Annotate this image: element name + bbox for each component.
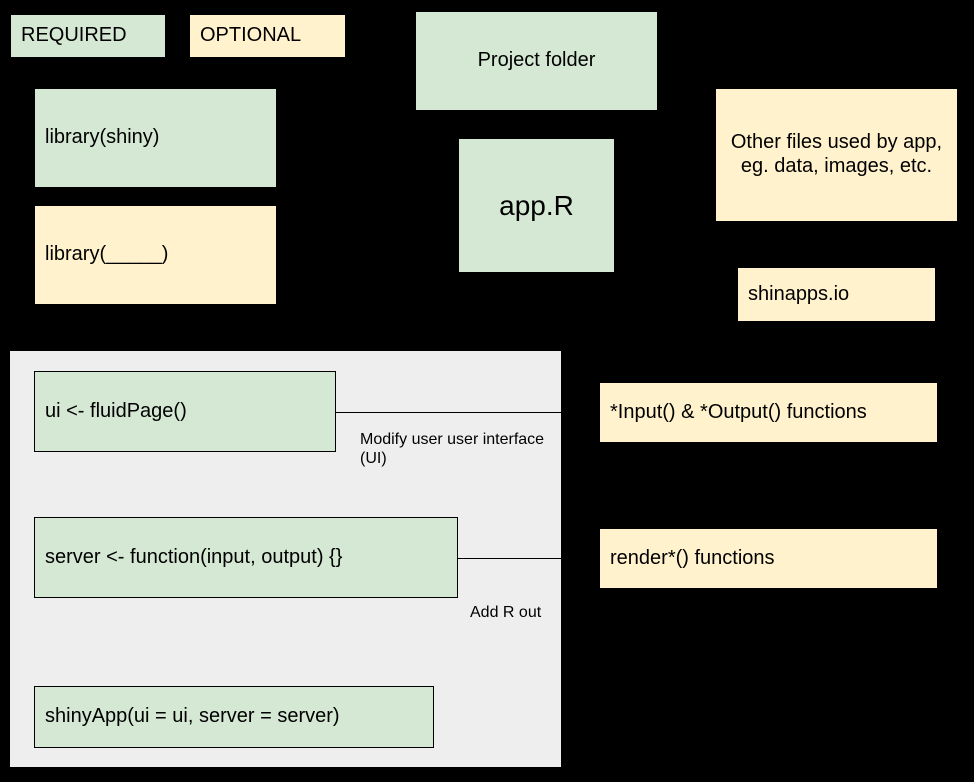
node-other-files-label: Other files used by app, eg. data, image… <box>730 131 948 177</box>
edge-ui-to-input-output-label: Modify user user interface (UI) <box>360 431 549 468</box>
node-library-shiny-label: library(shiny) <box>45 126 160 149</box>
node-shinyapp-call: shinyApp(ui = ui, server = server) <box>34 686 434 748</box>
node-ui-fluidpage-label: ui <- fluidPage() <box>45 399 187 422</box>
node-project-folder: Project folder <box>415 11 658 111</box>
legend-optional-box: OPTIONAL <box>189 14 346 58</box>
node-input-output-functions-label: *Input() & *Output() functions <box>610 400 867 423</box>
diagram-canvas: REQUIRED OPTIONAL library(shiny) library… <box>0 0 974 782</box>
edge-ui-to-input-output-line <box>336 412 561 413</box>
node-library-blank-label: library(_____) <box>45 243 169 266</box>
node-input-output-functions: *Input() & *Output() functions <box>599 382 938 443</box>
edge-server-to-render-line <box>458 558 561 559</box>
legend-required-label: REQUIRED <box>21 24 127 47</box>
legend-optional-label: OPTIONAL <box>200 24 302 47</box>
arrow-to-app-r-icon <box>448 202 458 214</box>
node-project-folder-label: Project folder <box>477 49 596 72</box>
node-ui-fluidpage: ui <- fluidPage() <box>34 371 336 452</box>
node-other-files: Other files used by app, eg. data, image… <box>715 88 958 222</box>
node-app-r-label: app.R <box>499 189 574 221</box>
node-server-function: server <- function(input, output) {} <box>34 517 458 598</box>
edge-server-to-render-label: Add R out <box>470 604 542 621</box>
legend-required-box: REQUIRED <box>10 14 166 58</box>
node-library-blank: library(_____) <box>34 205 277 305</box>
node-render-functions-label: render*() functions <box>610 546 775 569</box>
node-library-shiny: library(shiny) <box>34 88 277 188</box>
node-shinyapps-io: shinapps.io <box>737 267 936 322</box>
node-app-r: app.R <box>458 138 615 273</box>
node-server-function-label: server <- function(input, output) {} <box>45 545 343 568</box>
node-shinyapp-call-label: shinyApp(ui = ui, server = server) <box>45 705 340 728</box>
node-render-functions: render*() functions <box>599 528 938 589</box>
app-r-contents-panel: ui <- fluidPage() Modify user user inter… <box>10 351 561 767</box>
node-shinyapps-io-label: shinapps.io <box>748 282 850 305</box>
